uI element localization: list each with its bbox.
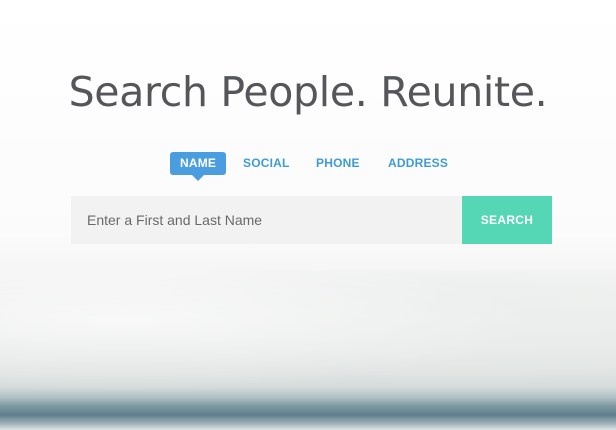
tab-address[interactable]: ADDRESS: [388, 152, 448, 175]
tab-name[interactable]: NAME: [170, 152, 227, 181]
search-button[interactable]: SEARCH: [462, 196, 552, 244]
tab-social[interactable]: SOCIAL: [243, 152, 290, 175]
name-search-input[interactable]: [71, 196, 462, 244]
tab-phone[interactable]: PHONE: [316, 152, 360, 175]
search-form: SEARCH: [71, 196, 552, 244]
page-headline: Search People. Reunite.: [68, 68, 548, 116]
background-haze: [0, 270, 616, 400]
